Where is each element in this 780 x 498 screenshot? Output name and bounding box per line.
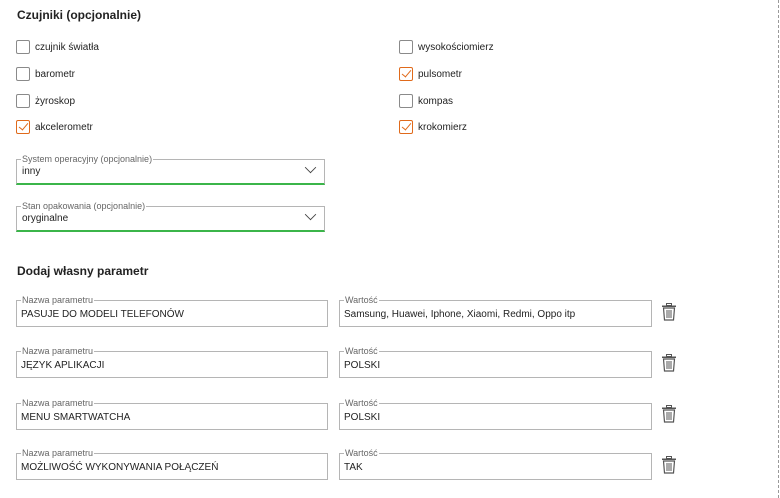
packaging-select-label: Stan opakowania (opcjonalnie): [21, 200, 147, 212]
param-name-label: Nazwa parametru: [21, 397, 95, 409]
checkbox-box[interactable]: [399, 94, 413, 108]
param-name-label: Nazwa parametru: [21, 447, 95, 459]
chevron-down-icon[interactable]: [304, 161, 317, 174]
os-select-label: System operacyjny (opcjonalnie): [21, 153, 154, 165]
checkbox-akcelerometr[interactable]: akcelerometr: [16, 119, 93, 135]
param-name-field[interactable]: Nazwa parametru PASUJE DO MODELI TELEFON…: [16, 294, 328, 327]
param-name-value: PASUJE DO MODELI TELEFONÓW: [21, 309, 184, 320]
form-panel: Czujniki (opcjonalnie) czujnik światła b…: [0, 0, 779, 498]
trash-icon[interactable]: [661, 354, 677, 372]
param-name-field[interactable]: Nazwa parametru MOŻLIWOŚĆ WYKONYWANIA PO…: [16, 447, 328, 480]
checkbox-box[interactable]: [16, 40, 30, 54]
trash-icon[interactable]: [661, 456, 677, 474]
param-value-label: Wartość: [344, 294, 379, 306]
param-value-field[interactable]: Wartość TAK: [339, 447, 652, 480]
checkbox-label: barometr: [35, 68, 76, 80]
trash-icon[interactable]: [661, 303, 677, 321]
param-value-value: POLSKI: [344, 360, 381, 371]
checkbox-label: kompas: [418, 95, 454, 107]
checkbox-label: wysokościomierz: [418, 41, 494, 53]
param-name-field[interactable]: Nazwa parametru MENU SMARTWATCHA: [16, 397, 328, 430]
checkbox-barometr[interactable]: barometr: [16, 66, 75, 82]
param-value-value: POLSKI: [344, 412, 381, 423]
param-name-value: JĘZYK APLIKACJI: [21, 360, 105, 371]
packaging-select-value: oryginalne: [22, 213, 69, 224]
checkbox-box[interactable]: [399, 67, 413, 81]
param-value-field[interactable]: Wartość POLSKI: [339, 397, 652, 430]
os-select-value: inny: [22, 166, 41, 177]
checkbox-kompas[interactable]: kompas: [399, 93, 453, 109]
param-value-label: Wartość: [344, 345, 379, 357]
chevron-down-icon[interactable]: [304, 208, 317, 221]
checkbox-box[interactable]: [16, 120, 30, 134]
custom-params-title: Dodaj własny parametr: [17, 264, 149, 278]
param-value-field[interactable]: Wartość Samsung, Huawei, Iphone, Xiaomi,…: [339, 294, 652, 327]
checkbox-label: czujnik światła: [35, 41, 99, 53]
param-name-value: MENU SMARTWATCHA: [21, 412, 131, 423]
checkbox-pulsometr[interactable]: pulsometr: [399, 66, 462, 82]
param-value-field[interactable]: Wartość POLSKI: [339, 345, 652, 378]
checkbox-label: żyroskop: [35, 95, 76, 107]
checkbox-zyroskop[interactable]: żyroskop: [16, 93, 75, 109]
param-name-label: Nazwa parametru: [21, 294, 95, 306]
param-value-value: Samsung, Huawei, Iphone, Xiaomi, Redmi, …: [344, 309, 576, 320]
checkbox-box[interactable]: [16, 94, 30, 108]
sensors-title: Czujniki (opcjonalnie): [17, 8, 142, 22]
checkbox-wysokosciomierz[interactable]: wysokościomierz: [399, 39, 494, 55]
checkbox-box[interactable]: [399, 120, 413, 134]
param-name-label: Nazwa parametru: [21, 345, 95, 357]
checkbox-box[interactable]: [399, 40, 413, 54]
checkbox-label: krokomierz: [418, 121, 467, 133]
packaging-select[interactable]: Stan opakowania (opcjonalnie) oryginalne: [16, 200, 325, 232]
param-name-value: MOŻLIWOŚĆ WYKONYWANIA POŁĄCZEŃ: [21, 462, 219, 473]
param-value-label: Wartość: [344, 397, 379, 409]
checkbox-box[interactable]: [16, 67, 30, 81]
param-value-value: TAK: [344, 462, 363, 473]
os-select[interactable]: System operacyjny (opcjonalnie) inny: [16, 153, 325, 185]
param-name-field[interactable]: Nazwa parametru JĘZYK APLIKACJI: [16, 345, 328, 378]
param-value-label: Wartość: [344, 447, 379, 459]
trash-icon[interactable]: [661, 405, 677, 423]
checkbox-label: akcelerometr: [35, 121, 93, 133]
checkbox-krokomierz[interactable]: krokomierz: [399, 119, 467, 135]
checkbox-label: pulsometr: [418, 68, 462, 80]
checkbox-czujnik-swiatla[interactable]: czujnik światła: [16, 39, 99, 55]
